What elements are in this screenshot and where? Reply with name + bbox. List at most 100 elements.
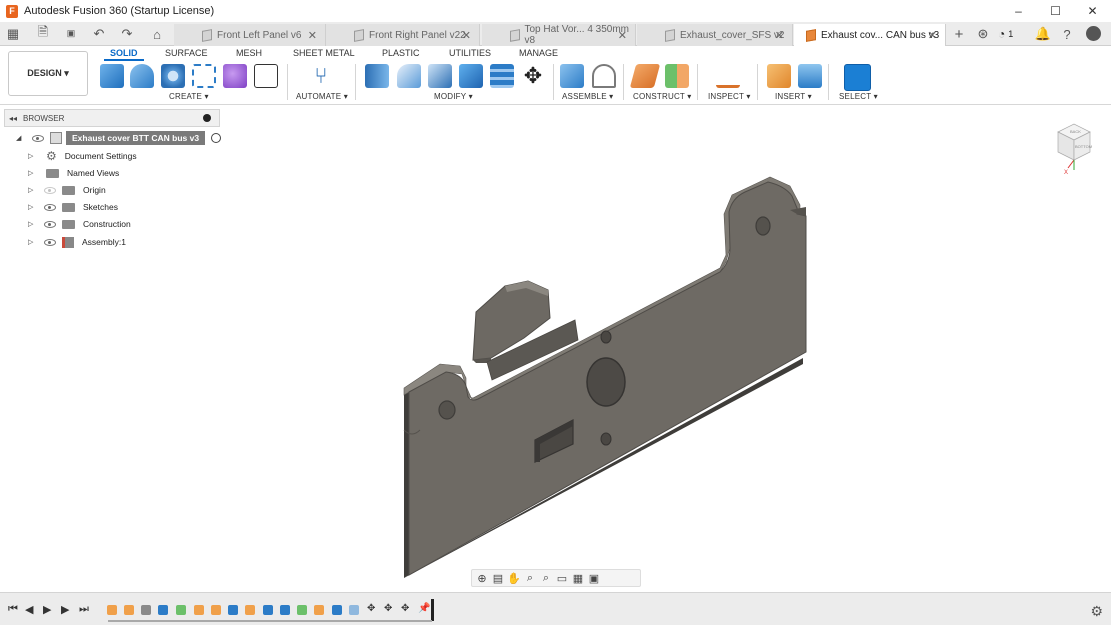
insert-image-icon[interactable] bbox=[798, 64, 822, 88]
viewcube[interactable]: BACK BOTTOM X bbox=[1052, 120, 1096, 176]
grid-menu-icon[interactable]: ▦ bbox=[4, 25, 22, 43]
tab-close-icon[interactable]: ✕ bbox=[928, 29, 937, 42]
pin-icon[interactable] bbox=[203, 114, 211, 122]
go-to-end-icon[interactable]: ⏭ bbox=[79, 603, 89, 616]
timeline-feature[interactable] bbox=[158, 605, 168, 615]
extrude-icon[interactable] bbox=[130, 64, 154, 88]
close-button[interactable]: ✕ bbox=[1074, 0, 1111, 22]
job-status[interactable]: ◔ 1 bbox=[998, 27, 1013, 41]
go-to-start-icon[interactable]: ⏮ bbox=[8, 603, 18, 616]
extensions-icon[interactable]: ⊛ bbox=[974, 25, 992, 43]
tree-item-sketches[interactable]: ▷ Sketches bbox=[28, 199, 118, 215]
home-icon[interactable]: ⌂ bbox=[148, 25, 166, 43]
expand-arrow-icon[interactable]: ▷ bbox=[28, 203, 36, 211]
automate-icon[interactable]: ⑂ bbox=[309, 64, 333, 88]
fit-icon[interactable]: ⌕ bbox=[540, 572, 552, 584]
help-icon[interactable]: ? bbox=[1058, 25, 1076, 43]
timeline-feature[interactable] bbox=[124, 605, 134, 615]
undo-icon[interactable]: ↶ bbox=[90, 25, 108, 43]
tree-item-assembly[interactable]: ▷ Assembly:1 bbox=[28, 234, 126, 250]
visibility-eye-icon[interactable] bbox=[32, 135, 44, 142]
minimize-button[interactable]: – bbox=[1000, 0, 1037, 22]
tab-manage[interactable]: MANAGE bbox=[519, 48, 558, 58]
sketch-icon[interactable] bbox=[192, 64, 216, 88]
fillet-icon[interactable] bbox=[397, 64, 421, 88]
move-icon[interactable]: ✥ bbox=[521, 64, 545, 88]
automate-group-label[interactable]: AUTOMATE ▾ bbox=[296, 92, 348, 101]
maximize-button[interactable]: ☐ bbox=[1037, 0, 1074, 22]
inspect-group-label[interactable]: INSPECT ▾ bbox=[708, 92, 751, 101]
display-settings-icon[interactable]: ▭ bbox=[556, 572, 568, 584]
chamfer-icon[interactable] bbox=[428, 64, 452, 88]
insert-group-label[interactable]: INSERT ▾ bbox=[775, 92, 812, 101]
grid-settings-icon[interactable]: ▦ bbox=[572, 572, 584, 584]
tab-close-icon[interactable]: ✕ bbox=[462, 29, 471, 42]
combine-icon[interactable] bbox=[490, 64, 514, 88]
measure-icon[interactable] bbox=[716, 64, 740, 88]
assemble-group-label[interactable]: ASSEMBLE ▾ bbox=[562, 92, 613, 101]
tab-close-icon[interactable]: ✕ bbox=[618, 29, 627, 42]
new-tab-button[interactable]: + bbox=[950, 25, 968, 43]
zoom-icon[interactable]: ⌕ bbox=[524, 572, 536, 584]
visibility-eye-icon[interactable] bbox=[44, 221, 56, 228]
tab-front-right-panel[interactable]: Front Right Panel v22 ✕ bbox=[326, 24, 480, 46]
plate-edge[interactable] bbox=[404, 392, 409, 578]
orbit-icon[interactable]: ⊕ bbox=[476, 572, 488, 584]
tab-plastic[interactable]: PLASTIC bbox=[382, 48, 420, 58]
timeline-feature[interactable] bbox=[349, 605, 359, 615]
press-pull-icon[interactable] bbox=[365, 64, 389, 88]
3d-viewport[interactable] bbox=[220, 105, 1111, 592]
new-component-icon[interactable] bbox=[100, 64, 124, 88]
timeline-feature[interactable] bbox=[297, 605, 307, 615]
create-group-label[interactable]: CREATE ▾ bbox=[169, 92, 209, 101]
look-at-icon[interactable]: ▤ bbox=[492, 572, 504, 584]
tab-exhaust-cover-sfs[interactable]: Exhaust_cover_SFS v2 ✕ bbox=[637, 24, 793, 46]
collapse-arrow-icon[interactable]: ◢ bbox=[16, 134, 24, 142]
collapse-browser-icon[interactable]: ◂◂ bbox=[9, 114, 17, 123]
browser-header[interactable]: ◂◂ BROWSER bbox=[4, 109, 220, 127]
save-icon[interactable]: ▣ bbox=[62, 25, 80, 43]
joint-icon[interactable] bbox=[592, 64, 616, 88]
expand-arrow-icon[interactable]: ▷ bbox=[28, 220, 36, 228]
viewports-icon[interactable]: ▣ bbox=[588, 572, 600, 584]
construct-group-label[interactable]: CONSTRUCT ▾ bbox=[633, 92, 692, 101]
tab-front-left-panel[interactable]: Front Left Panel v6 ✕ bbox=[174, 24, 326, 46]
tree-item-origin[interactable]: ▷ Origin bbox=[28, 182, 106, 198]
file-menu-icon[interactable]: 🗎 bbox=[34, 25, 52, 43]
timeline-feature[interactable] bbox=[176, 605, 186, 615]
timeline-pin-icon[interactable]: 📌 bbox=[418, 603, 430, 614]
workspace-switcher-button[interactable]: DESIGN ▾ bbox=[8, 51, 88, 96]
insert-derive-icon[interactable] bbox=[767, 64, 791, 88]
expand-arrow-icon[interactable]: ▷ bbox=[28, 152, 36, 160]
gear-icon[interactable]: ⚙ bbox=[1090, 603, 1103, 620]
notifications-icon[interactable]: 🔔 bbox=[1034, 25, 1052, 43]
tree-item-named-views[interactable]: ▷ Named Views bbox=[28, 165, 119, 181]
select-tool-icon[interactable] bbox=[844, 64, 871, 91]
timeline-feature[interactable] bbox=[141, 605, 151, 615]
visibility-eye-icon[interactable] bbox=[44, 204, 56, 211]
pan-icon[interactable]: ✋ bbox=[508, 572, 520, 584]
timeline-move-icon[interactable]: ✥ bbox=[401, 603, 409, 614]
step-forward-icon[interactable]: ▶ bbox=[61, 603, 69, 616]
timeline-feature[interactable] bbox=[263, 605, 273, 615]
timeline-marker[interactable] bbox=[431, 599, 434, 621]
timeline-feature[interactable] bbox=[280, 605, 290, 615]
new-component-assemble-icon[interactable] bbox=[560, 64, 584, 88]
tab-top-hat[interactable]: Top Hat Vor... 4 350mm v8 ✕ bbox=[482, 24, 636, 46]
viewcube-face-back[interactable]: BACK bbox=[1070, 129, 1081, 134]
timeline-track[interactable] bbox=[108, 620, 432, 622]
tree-item-document-settings[interactable]: ▷ ⚙ Document Settings bbox=[28, 148, 137, 164]
timeline-feature[interactable] bbox=[211, 605, 221, 615]
midplane-icon[interactable] bbox=[665, 64, 689, 88]
timeline-move-icon[interactable]: ✥ bbox=[367, 603, 375, 614]
expand-arrow-icon[interactable]: ▷ bbox=[28, 238, 36, 246]
tab-close-icon[interactable]: ✕ bbox=[308, 29, 317, 42]
mounting-hole[interactable] bbox=[756, 217, 770, 235]
step-back-icon[interactable]: ◀ bbox=[25, 603, 33, 616]
tab-exhaust-cover-can-bus[interactable]: Exhaust cov... CAN bus v3 ✕ bbox=[794, 24, 946, 46]
tab-surface[interactable]: SURFACE bbox=[165, 48, 208, 58]
small-hole[interactable] bbox=[601, 331, 611, 343]
expand-arrow-icon[interactable]: ▷ bbox=[28, 186, 36, 194]
timeline-feature[interactable] bbox=[107, 605, 117, 615]
create-sketch-icon[interactable] bbox=[254, 64, 278, 88]
